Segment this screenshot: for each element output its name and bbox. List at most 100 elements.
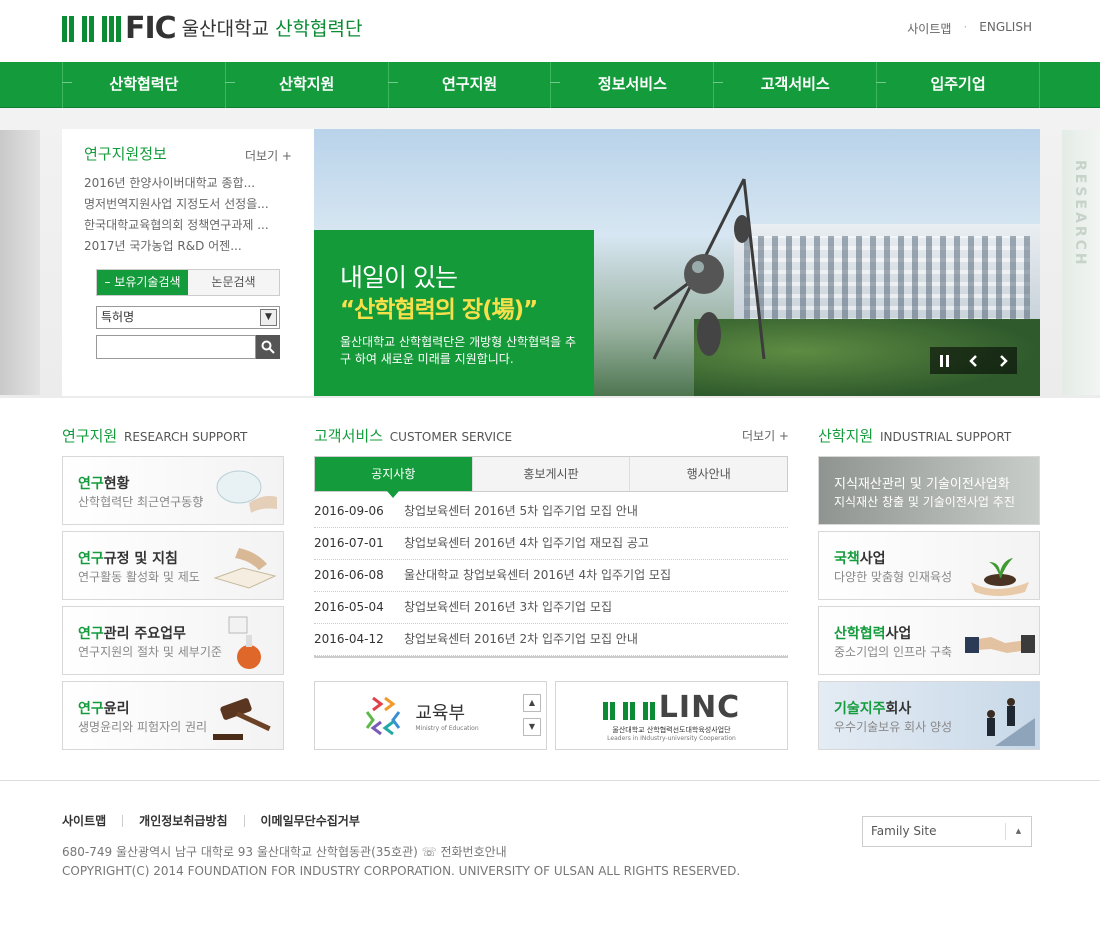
nav-item-customer-service[interactable]: 고객서비스: [713, 62, 876, 108]
list-item[interactable]: 2016-07-01 창업보육센터 2016년 4차 입주기업 재모집 공고: [314, 528, 788, 560]
card-subtitle: 연구지원의 절차 및 세부기준: [78, 645, 222, 659]
notice-date: 2016-06-08: [314, 568, 384, 582]
chevron-down-icon: ▼: [260, 309, 277, 326]
notice-date: 2016-07-01: [314, 536, 384, 550]
footer-links: 사이트맵 개인정보취급방침 이메일무단수집거부: [62, 815, 376, 827]
tab-technology-search[interactable]: – 보유기술검색: [97, 270, 188, 295]
ministry-of-education-banner[interactable]: 교육부 Ministry of Education: [314, 681, 520, 750]
notice-title: 창업보육센터 2016년 5차 입주기업 모집 안내: [404, 504, 638, 518]
main-nav: 산학협력단 산학지원 연구지원 정보서비스 고객서비스 입주기업: [0, 62, 1100, 108]
research-management-card[interactable]: 연구관리 주요업무 연구지원의 절차 및 세부기준: [62, 606, 284, 675]
heading-ko: 고객서비스: [314, 427, 384, 445]
sitemap-link[interactable]: 사이트맵: [907, 20, 951, 37]
heading-ko: 연구지원: [62, 427, 118, 445]
linc-subtitle: 울산대학교 산학협력선도대학육성사업단: [612, 725, 731, 734]
header: FIC 울산대학교 산학협력단 사이트맵 · ENGLISH: [0, 0, 1100, 62]
notice-title: 울산대학교 창업보육센터 2016년 4차 입주기업 모집: [404, 568, 672, 582]
tab-events[interactable]: 행사안내: [629, 457, 788, 491]
tab-paper-search[interactable]: 논문검색: [188, 270, 279, 295]
card-title: 기술지주회사: [834, 701, 912, 717]
nav-item-tenant-companies[interactable]: 입주기업: [876, 62, 1040, 108]
ministry-of-education-logo-icon: [366, 696, 401, 735]
banner-controls: [930, 347, 1017, 374]
list-item[interactable]: 2016년 한양사이버대학교 종합...: [84, 173, 269, 194]
nav-item-research-support[interactable]: 연구지원: [387, 62, 551, 108]
family-site-label: Family Site: [871, 824, 937, 838]
prev-slide-button[interactable]: [959, 347, 988, 374]
main-visual-banner[interactable]: 내일이 있는 “산학협력의 장(場)” 울산대학교 산학협력단은 개방형 산학협…: [314, 129, 1040, 396]
nav-item-info-service[interactable]: 정보서비스: [550, 62, 713, 108]
list-item[interactable]: 한국대학교육협의회 정책연구과제 ...: [84, 215, 269, 236]
ip-management-card[interactable]: 지식재산관리 및 기술이전사업화 지식재산 창출 및 기술이전사업 추진: [818, 456, 1040, 525]
english-link[interactable]: ENGLISH: [979, 20, 1032, 37]
industry-cooperation-project-card[interactable]: 산학협력사업 중소기업의 인프라 구축: [818, 606, 1040, 675]
business-people-icon: [987, 698, 1035, 746]
ministry-name: 교육부: [415, 703, 466, 724]
list-item[interactable]: 2016-05-04 창업보육센터 2016년 3차 입주기업 모집: [314, 592, 788, 624]
notice-title: 창업보육센터 2016년 4차 입주기업 재모집 공고: [404, 536, 649, 550]
flask-icon: [228, 616, 261, 669]
logo-department-name: 산학협력단: [275, 18, 363, 40]
scroll-up-button[interactable]: ▲: [523, 694, 541, 712]
list-item[interactable]: 명저번역지원사업 지정도서 선정을...: [84, 194, 269, 215]
copyright-text: COPYRIGHT(C) 2014 FOUNDATION FOR INDUSTR…: [62, 864, 741, 878]
chevron-right-icon: [999, 354, 1008, 367]
list-item[interactable]: 2017년 국가농업 R&D 어젠...: [84, 236, 269, 257]
list-item[interactable]: 2016-09-06 창업보육센터 2016년 5차 입주기업 모집 안내: [314, 496, 788, 528]
search-category-select[interactable]: 특허명 ▼: [96, 306, 280, 329]
search-tabs: – 보유기술검색 논문검색: [96, 269, 280, 296]
sculpture-image: [652, 178, 766, 360]
card-title: 연구규정 및 지침: [78, 551, 178, 567]
heading-en: INDUSTRIAL SUPPORT: [879, 430, 1012, 444]
heading-en: RESEARCH SUPPORT: [123, 430, 248, 444]
research-status-card[interactable]: 연구현황 산학협력단 최근연구동향: [62, 456, 284, 525]
notice-date: 2016-04-12: [314, 632, 384, 646]
research-info-title: 연구지원정보: [84, 145, 167, 163]
research-info-panel: 연구지원정보 더보기 + 2016년 한양사이버대학교 종합... 명저번역지원…: [62, 129, 314, 396]
linc-banner[interactable]: LINC 울산대학교 산학협력선도대학육성사업단 Leaders in INdu…: [555, 681, 788, 750]
list-item[interactable]: 2016-04-12 창업보육센터 2016년 2차 입주기업 모집 안내: [314, 624, 788, 656]
research-support-heading: 연구지원 RESEARCH SUPPORT: [62, 425, 247, 446]
card-title: 연구윤리: [78, 701, 130, 717]
heading-ko: 산학지원: [818, 427, 874, 445]
footer-email-policy-link[interactable]: 이메일무단수집거부: [243, 815, 376, 827]
customer-service-more-link[interactable]: 더보기 +: [742, 427, 789, 444]
card-subtitle: 다양한 맞춤형 인재육성: [834, 570, 953, 584]
chevron-up-icon: ▲: [1005, 823, 1031, 840]
research-info-more-link[interactable]: 더보기 +: [245, 147, 292, 164]
nav-item-industry-support[interactable]: 산학지원: [224, 62, 388, 108]
chevron-left-icon: [968, 354, 977, 367]
nav-item-industry-cooperation[interactable]: 산학협력단: [62, 62, 225, 108]
next-slide-button[interactable]: [988, 347, 1017, 374]
site-logo[interactable]: FIC 울산대학교 산학협력단: [62, 14, 363, 44]
family-site-select[interactable]: Family Site ▲: [862, 816, 1032, 847]
tab-pr-board[interactable]: 홍보게시판: [471, 457, 630, 491]
book-icon: [213, 548, 277, 589]
search-button[interactable]: [256, 335, 280, 359]
card-subtitle: 우수기술보유 회사 양성: [834, 720, 953, 734]
ministry-name-en: Ministry of Education: [415, 725, 479, 732]
banner-link-scroller: ▲ ▼: [519, 681, 547, 750]
national-project-card[interactable]: 국책사업 다양한 맞춤형 인재육성: [818, 531, 1040, 600]
search-input[interactable]: [96, 335, 256, 359]
address-text: 680-749 울산광역시 남구 대학로 93 울산대학교 산학협동관(35호관…: [62, 845, 507, 859]
sprout-hands-icon: [971, 558, 1029, 596]
pause-icon: [939, 354, 949, 367]
linc-name: LINC: [658, 689, 741, 725]
previous-visual-preview: [0, 130, 40, 395]
customer-service-heading: 고객서비스 CUSTOMER SERVICE: [314, 425, 512, 446]
card-title: 지식재산관리 및 기술이전사업화: [834, 477, 1010, 492]
footer-privacy-link[interactable]: 개인정보취급방침: [122, 815, 243, 827]
research-regulations-card[interactable]: 연구규정 및 지침 연구활동 활성화 및 제도: [62, 531, 284, 600]
footer-sitemap-link[interactable]: 사이트맵: [62, 815, 122, 827]
divider: [314, 656, 788, 658]
research-ethics-card[interactable]: 연구윤리 생명윤리와 피험자의 권리: [62, 681, 284, 750]
research-info-list: 2016년 한양사이버대학교 종합... 명저번역지원사업 지정도서 선정을..…: [84, 173, 269, 257]
tab-notice[interactable]: 공지사항: [315, 457, 472, 498]
pause-button[interactable]: [930, 347, 959, 374]
handshake-icon: [965, 635, 1035, 653]
list-item[interactable]: 2016-06-08 울산대학교 창업보육센터 2016년 4차 입주기업 모집: [314, 560, 788, 592]
card-title: 연구관리 주요업무: [78, 626, 186, 642]
scroll-down-button[interactable]: ▼: [523, 718, 541, 736]
tech-holding-company-card[interactable]: 기술지주회사 우수기술보유 회사 양성: [818, 681, 1040, 750]
